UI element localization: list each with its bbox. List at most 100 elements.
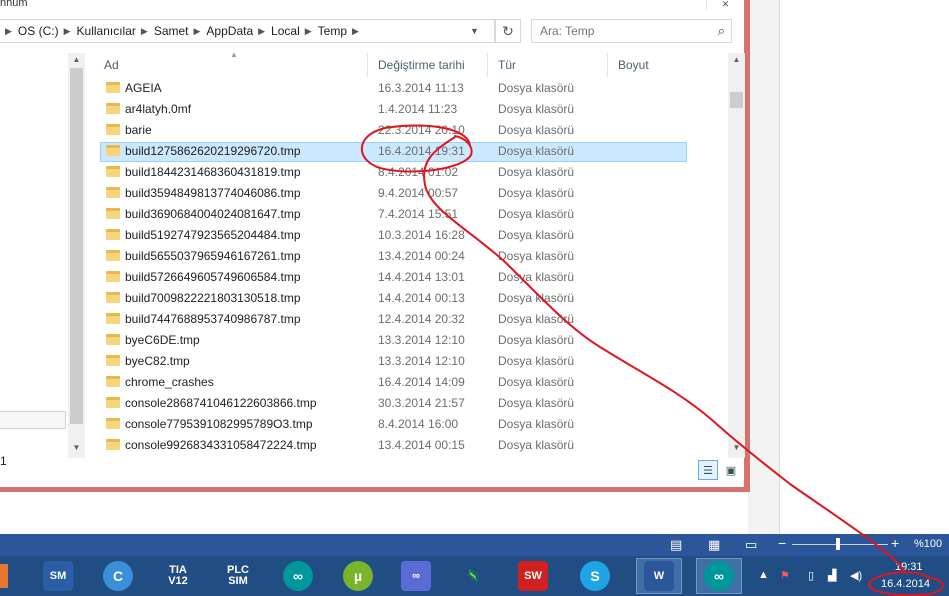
file-name[interactable]: build1275862620219296720.tmp (125, 141, 301, 162)
column-header-name[interactable]: Ad (94, 53, 368, 77)
taskbar-app-arduino-1[interactable]: ∞ (275, 558, 321, 594)
taskbar-app-tia-portal[interactable]: TIA V12 (155, 558, 201, 594)
file-row[interactable]: build5192747923565204484.tmp 10.3.2014 16… (94, 225, 728, 246)
file-row[interactable]: byeC6DE.tmp 13.3.2014 12:10 Dosya klasörü (94, 330, 728, 351)
clock-time[interactable]: 19:31 (895, 561, 923, 573)
battery-icon[interactable]: ▯ (808, 569, 814, 582)
breadcrumb-user[interactable]: Samet (154, 24, 189, 38)
file-row-selected[interactable]: build1275862620219296720.tmp 16.4.2014 19… (94, 141, 728, 162)
column-header-date[interactable]: Değiştirme tarihi (368, 53, 488, 77)
file-row[interactable]: build7447688953740986787.tmp 12.4.2014 20… (94, 309, 728, 330)
file-row[interactable]: chrome_crashes 16.4.2014 14:09 Dosya klasö… (94, 372, 728, 393)
network-icon[interactable]: ▟ (828, 569, 836, 582)
file-name[interactable]: build5726649605749606584.tmp (125, 267, 301, 288)
file-name[interactable]: ar4latyh.0mf (125, 99, 191, 120)
zoom-in-button[interactable]: + (891, 535, 899, 551)
taskbar-app-arduino-2[interactable]: ∞ (696, 558, 742, 594)
scroll-up-icon[interactable]: ▲ (728, 55, 745, 64)
file-row[interactable]: console2868741046122603866.tmp 30.3.2014 … (94, 393, 728, 414)
file-name[interactable]: AGEIA (125, 78, 162, 99)
refresh-button[interactable]: ↻ (495, 19, 521, 43)
file-list-scrollbar[interactable]: ▲ ▼ (728, 53, 745, 458)
solidworks-icon: SW (518, 561, 548, 591)
column-header-size[interactable]: Boyut (608, 53, 708, 77)
column-header-type[interactable]: Tür (488, 53, 608, 77)
taskbar-app-word[interactable]: W (636, 558, 682, 594)
search-icon[interactable]: ⌕ (718, 23, 725, 39)
file-row[interactable]: build7009822221803130518.tmp 14.4.2014 00… (94, 288, 728, 309)
search-box[interactable]: ⌕ (531, 19, 732, 43)
volume-icon[interactable]: ◀) (850, 569, 862, 582)
file-name[interactable]: build1844231468360431819.tmp (125, 162, 301, 183)
file-name[interactable]: console9926834331058472224.tmp (125, 435, 317, 456)
print-layout-icon[interactable]: ▦ (708, 537, 720, 553)
file-name[interactable]: build7447688953740986787.tmp (125, 309, 301, 330)
taskbar-app-infinity-app[interactable]: ∞ (393, 558, 439, 594)
file-name[interactable]: build5655037965946167261.tmp (125, 246, 301, 267)
breadcrumb-temp[interactable]: Temp (318, 24, 347, 38)
taskbar-app-utorrent[interactable]: µ (335, 558, 381, 594)
taskbar-app-simatic-manager[interactable]: SM (35, 558, 81, 594)
nav-scrollbar[interactable]: ▲ ▼ (68, 53, 85, 458)
taskbar-app-partial[interactable] (0, 564, 8, 588)
action-center-icon[interactable]: ⚑ (780, 569, 790, 582)
explorer-window: nhum ✕ ▶ OS (C:) ▶ Kullanıcılar ▶ Samet … (0, 0, 745, 487)
file-row[interactable]: build3690684004024081647.tmp 7.4.2014 15:… (94, 204, 728, 225)
file-row[interactable]: build3594849813774046086.tmp 9.4.2014 00:… (94, 183, 728, 204)
breadcrumb-local[interactable]: Local (271, 24, 300, 38)
large-icons-view-button[interactable]: ▣ (721, 460, 741, 480)
web-layout-icon[interactable]: ▭ (745, 537, 757, 553)
file-row[interactable]: build1844231468360431819.tmp 8.4.2014 01:… (94, 162, 728, 183)
file-row[interactable]: build5655037965946167261.tmp 13.4.2014 00… (94, 246, 728, 267)
file-list-scroll-thumb[interactable] (730, 92, 743, 108)
zoom-slider[interactable] (792, 544, 888, 545)
breadcrumb-users[interactable]: Kullanıcılar (77, 24, 136, 38)
clock-date[interactable]: 16.4.2014 (881, 578, 930, 590)
scroll-down-icon[interactable]: ▼ (68, 443, 85, 452)
file-name[interactable]: chrome_crashes (125, 372, 214, 393)
zoom-out-button[interactable]: − (778, 535, 786, 551)
file-row[interactable]: AGEIA 16.3.2014 11:13 Dosya klasörü (94, 78, 728, 99)
file-name[interactable]: build5192747923565204484.tmp (125, 225, 301, 246)
taskbar-app-skype[interactable]: S (572, 558, 618, 594)
taskbar-app-ccleaner-like[interactable]: C (95, 558, 141, 594)
file-row[interactable]: byeC82.tmp 13.3.2014 12:10 Dosya klasörü (94, 351, 728, 372)
details-view-button[interactable]: ☰ (698, 460, 718, 480)
read-mode-icon[interactable]: ▤ (670, 537, 682, 553)
file-type: Dosya klasörü (498, 144, 575, 158)
file-row[interactable]: console7795391082995789O3.tmp 8.4.2014 16… (94, 414, 728, 435)
file-type: Dosya klasörü (498, 396, 575, 410)
nav-item-fragment[interactable]: 1 (0, 454, 7, 468)
file-row[interactable]: build5726649605749606584.tmp 14.4.2014 13… (94, 267, 728, 288)
address-history-dropdown[interactable]: ▼ (470, 26, 479, 36)
plcsim-icon: PLC SIM (223, 561, 253, 591)
file-name[interactable]: byeC82.tmp (125, 351, 190, 372)
file-row[interactable]: console9926834331058472224.tmp 13.4.2014 … (94, 435, 728, 456)
zoom-slider-thumb[interactable] (836, 538, 840, 550)
taskbar-app-solidworks[interactable]: SW (510, 558, 556, 594)
file-name[interactable]: build3690684004024081647.tmp (125, 204, 301, 225)
file-type: Dosya klasörü (498, 354, 575, 368)
file-name[interactable]: build7009822221803130518.tmp (125, 288, 301, 309)
nav-selected-item[interactable] (0, 411, 66, 429)
file-name[interactable]: byeC6DE.tmp (125, 330, 200, 351)
file-name[interactable]: console2868741046122603866.tmp (125, 393, 317, 414)
close-button[interactable]: ✕ (706, 0, 744, 10)
breadcrumb-drive[interactable]: OS (C:) (18, 24, 59, 38)
taskbar-app-lizard-app[interactable]: 🦎 (450, 558, 496, 594)
file-row[interactable]: ar4latyh.0mf 1.4.2014 11:23 Dosya klasörü (94, 99, 728, 120)
search-input[interactable] (532, 20, 702, 42)
file-name[interactable]: barie (125, 120, 152, 141)
breadcrumb-appdata[interactable]: AppData (206, 24, 253, 38)
scroll-down-icon[interactable]: ▼ (728, 443, 745, 452)
file-name[interactable]: console7795391082995789O3.tmp (125, 414, 313, 435)
file-name[interactable]: build3594849813774046086.tmp (125, 183, 301, 204)
address-bar[interactable]: ▶ OS (C:) ▶ Kullanıcılar ▶ Samet ▶ AppDa… (0, 19, 495, 43)
nav-scroll-thumb[interactable] (70, 68, 83, 424)
zoom-level[interactable]: %100 (914, 538, 942, 550)
scroll-up-icon[interactable]: ▲ (68, 55, 85, 64)
taskbar-app-plcsim[interactable]: PLC SIM (215, 558, 261, 594)
show-hidden-icons-icon[interactable]: ▲ (758, 569, 769, 581)
file-row[interactable]: barie 22.3.2014 20:10 Dosya klasörü (94, 120, 728, 141)
navigation-pane[interactable]: 1 (0, 53, 68, 468)
